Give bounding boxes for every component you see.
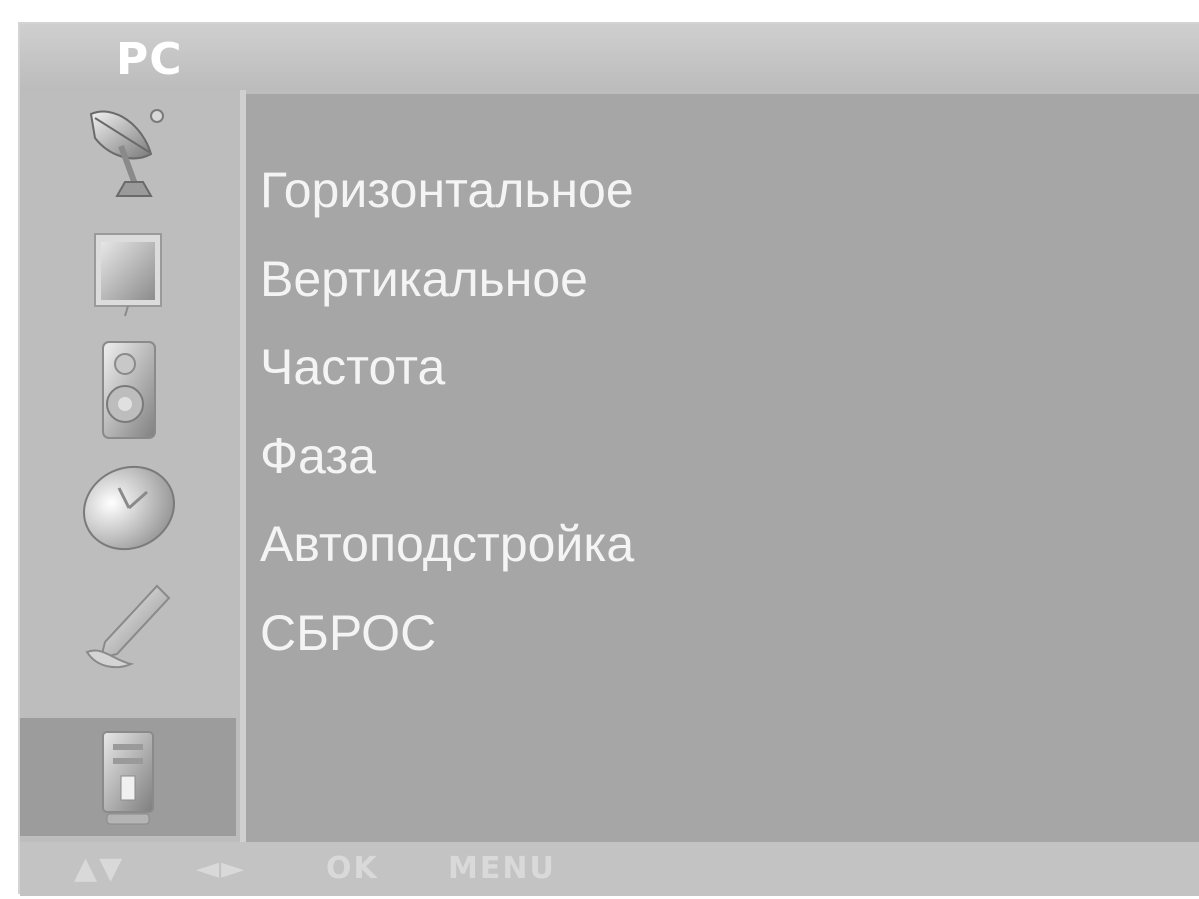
sidebar-item-pc[interactable]	[20, 718, 236, 836]
help-bar: ▲▼ ◄► OK MENU	[20, 842, 1199, 896]
sidebar	[20, 90, 240, 842]
updown-arrows-hint: ▲▼	[74, 851, 125, 886]
clock-icon	[83, 465, 175, 551]
leftright-arrows-hint: ◄►	[196, 851, 247, 886]
speaker-icon	[102, 341, 156, 439]
menu-item-phase[interactable]: Фаза	[260, 412, 634, 501]
sidebar-item-station[interactable]	[20, 94, 236, 212]
menu-item-auto-adjust[interactable]: Автоподстройка	[260, 500, 634, 589]
menu-item-horizontal[interactable]: Горизонтальное	[260, 146, 634, 235]
sidebar-item-special[interactable]	[20, 566, 236, 684]
ok-hint: OK	[326, 851, 379, 886]
satellite-dish-icon	[89, 109, 164, 197]
pc-tower-icon	[102, 731, 154, 825]
title-bar: PC	[20, 24, 1199, 90]
sidebar-item-time[interactable]	[20, 448, 236, 566]
menu-content-panel: Горизонтальное Вертикальное Частота Фаза…	[246, 94, 1199, 842]
menu-hint: MENU	[448, 851, 556, 886]
menu-item-reset[interactable]: СБРОС	[260, 589, 634, 678]
menu-list: Горизонтальное Вертикальное Частота Фаза…	[260, 146, 634, 677]
osd-menu-window: PC Горизонтальное Вертикальное Частота Ф…	[18, 22, 1199, 896]
tools-icon	[85, 584, 171, 669]
menu-title: PC	[116, 34, 183, 85]
sidebar-item-picture[interactable]	[20, 212, 236, 330]
picture-icon	[94, 233, 162, 317]
menu-item-vertical[interactable]: Вертикальное	[260, 235, 634, 324]
sidebar-item-sound[interactable]	[20, 330, 236, 448]
menu-item-frequency[interactable]: Частота	[260, 323, 634, 412]
